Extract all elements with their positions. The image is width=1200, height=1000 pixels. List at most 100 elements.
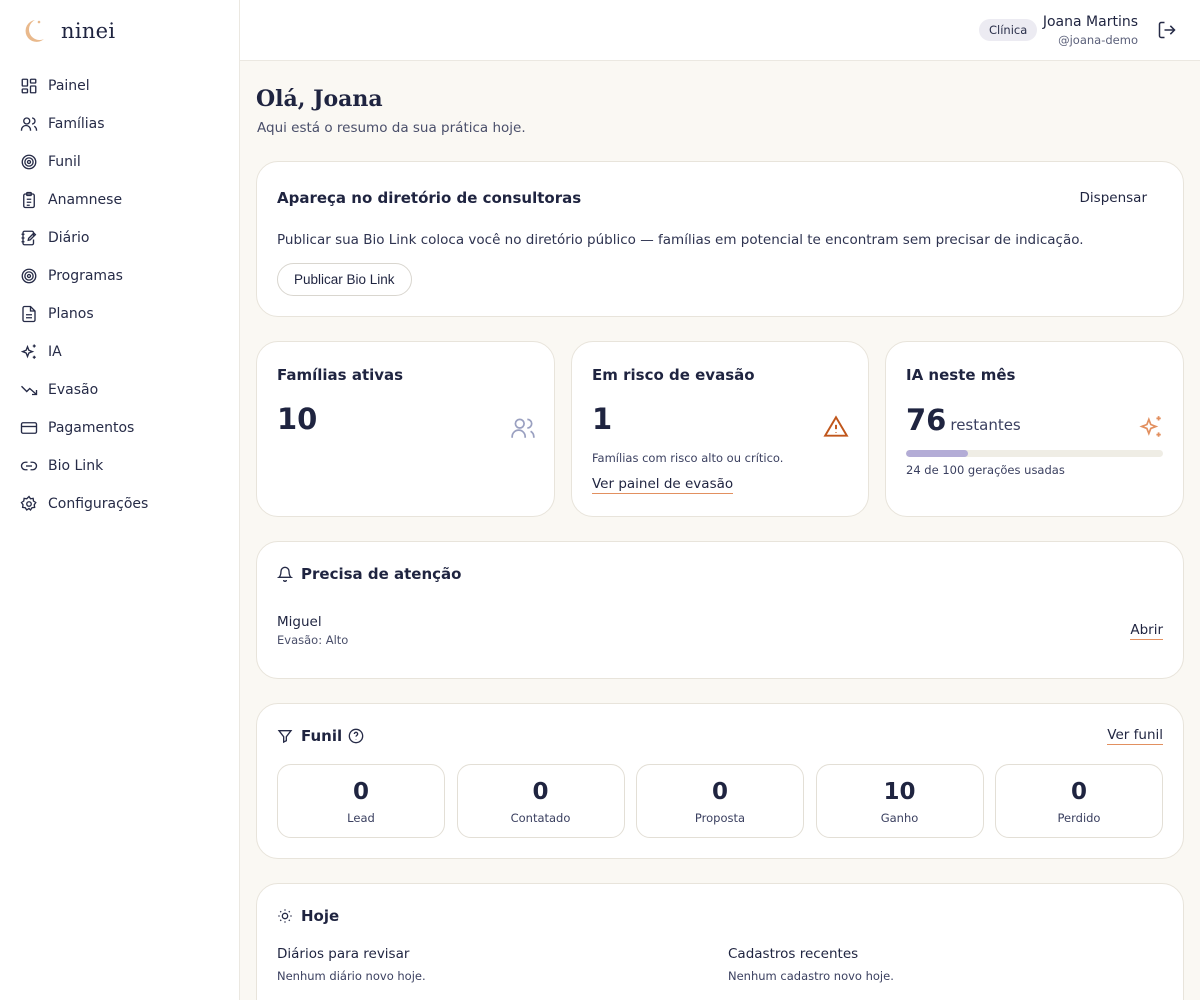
today-title: Hoje <box>301 907 340 925</box>
target-icon <box>20 153 38 171</box>
stage-count: 0 <box>352 779 369 805</box>
attention-item-name: Miguel <box>277 614 322 630</box>
sidebar-item-label: IA <box>48 344 62 360</box>
attention-card: Precisa de atenção Miguel Evasão: Alto A… <box>256 541 1184 679</box>
link-icon <box>20 457 38 475</box>
sidebar-item-anamnese[interactable]: Anamnese <box>0 181 239 219</box>
sidebar-item-painel[interactable]: Painel <box>0 67 239 105</box>
stage-label: Perdido <box>1057 811 1101 825</box>
diaries-empty-text: Nenhum diário novo hoje. <box>277 969 426 983</box>
sidebar-item-ia[interactable]: IA <box>0 333 239 371</box>
sidebar-item-funil[interactable]: Funil <box>0 143 239 181</box>
top-bar: Clínica Joana Martins @joana-demo <box>240 0 1200 61</box>
funnel-card: Funil Ver funil 0 Lead 0 Contatado 0 Pro… <box>256 703 1184 859</box>
ai-usage-text: 24 de 100 gerações usadas <box>906 463 1065 477</box>
warning-icon <box>823 415 849 437</box>
sidebar-item-bio-link[interactable]: Bio Link <box>0 447 239 485</box>
sun-icon <box>278 909 292 923</box>
sidebar-item-label: Planos <box>48 306 94 322</box>
funnel-stage-ganho[interactable]: 10 Ganho <box>815 764 984 838</box>
sidebar-item-label: Evasão <box>48 382 99 398</box>
dashboard-icon <box>20 77 38 95</box>
sidebar-item-label: Funil <box>48 154 81 170</box>
risk-value: 1 <box>592 402 613 436</box>
funnel-stage-contatado[interactable]: 0 Contatado <box>456 764 625 838</box>
sidebar-item-label: Bio Link <box>48 458 104 474</box>
sparkles-icon <box>20 343 38 361</box>
clipboard-icon <box>20 191 38 209</box>
sidebar-item-familias[interactable]: Famílias <box>0 105 239 143</box>
ai-usage-title: IA neste mês <box>906 366 1016 384</box>
dismiss-button[interactable]: Dispensar <box>1080 190 1147 206</box>
sidebar-item-label: Anamnese <box>48 192 123 208</box>
directory-card-title: Apareça no diretório de consultoras <box>277 189 582 207</box>
funnel-stages: 0 Lead 0 Contatado 0 Proposta 10 Ganho 0… <box>277 764 1163 838</box>
user-name: Joana Martins <box>1042 14 1138 30</box>
sidebar-item-pagamentos[interactable]: Pagamentos <box>0 409 239 447</box>
trending-down-icon <box>20 381 38 399</box>
target-icon <box>20 267 38 285</box>
sidebar: ninei Painel Famílias Funil Anamnese Diá… <box>0 0 240 1000</box>
page-subtitle: Aqui está o resumo da sua prática hoje. <box>257 120 526 136</box>
filter-icon <box>277 730 293 744</box>
open-button[interactable]: Abrir <box>1130 622 1163 640</box>
recent-signups-heading: Cadastros recentes <box>728 946 859 962</box>
bell-icon <box>277 566 293 582</box>
app-name: ninei <box>61 19 116 43</box>
sidebar-item-programas[interactable]: Programas <box>0 257 239 295</box>
sidebar-item-configuracoes[interactable]: Configurações <box>0 485 239 523</box>
risk-note: Famílias com risco alto ou crítico. <box>592 451 784 465</box>
active-families-title: Famílias ativas <box>277 366 404 384</box>
sidebar-item-label: Painel <box>48 78 90 94</box>
logout-icon[interactable] <box>1157 20 1177 40</box>
attention-title: Precisa de atenção <box>301 565 462 583</box>
view-funnel-link[interactable]: Ver funil <box>1107 727 1163 745</box>
stage-count: 0 <box>711 779 728 805</box>
stage-label: Proposta <box>694 811 746 825</box>
users-icon <box>511 418 535 438</box>
publish-bio-link-button[interactable]: Publicar Bio Link <box>277 263 412 296</box>
risk-title: Em risco de evasão <box>592 366 755 384</box>
help-icon[interactable] <box>348 728 364 744</box>
sidebar-item-diario[interactable]: Diário <box>0 219 239 257</box>
today-card: Hoje Diários para revisar Nenhum diário … <box>256 883 1184 1000</box>
active-families-value: 10 <box>277 402 318 436</box>
plan-badge: Clínica <box>979 19 1038 41</box>
diaries-heading: Diários para revisar <box>277 946 410 962</box>
stage-count: 0 <box>532 779 549 805</box>
page-title: Olá, Joana <box>256 86 383 112</box>
credit-card-icon <box>20 419 38 437</box>
sidebar-nav: Painel Famílias Funil Anamnese Diário Pr… <box>0 67 239 523</box>
risk-card: Em risco de evasão 1 Famílias com risco … <box>571 341 869 517</box>
users-icon <box>20 115 38 133</box>
sidebar-item-label: Famílias <box>48 116 105 132</box>
sidebar-item-label: Pagamentos <box>48 420 135 436</box>
stage-label: Ganho <box>880 811 919 825</box>
sparkles-icon <box>1139 416 1161 437</box>
gear-icon <box>20 495 38 513</box>
sidebar-item-planos[interactable]: Planos <box>0 295 239 333</box>
ai-remaining-value: 76 <box>906 403 947 437</box>
document-icon <box>20 305 38 323</box>
recent-signups-empty-text: Nenhum cadastro novo hoje. <box>728 969 894 983</box>
sidebar-item-label: Programas <box>48 268 123 284</box>
sidebar-item-label: Diário <box>48 230 90 246</box>
directory-card-text: Publicar sua Bio Link coloca você no dir… <box>277 232 1084 248</box>
risk-dashboard-link[interactable]: Ver painel de evasão <box>592 476 734 494</box>
funnel-stage-proposta[interactable]: 0 Proposta <box>636 764 804 838</box>
ai-usage-progress-fill <box>906 450 968 457</box>
notebook-icon <box>20 229 38 247</box>
stage-label: Contatado <box>510 811 571 825</box>
ai-remaining: 76 restantes <box>906 403 1021 437</box>
stage-label: Lead <box>347 811 375 825</box>
active-families-card: Famílias ativas 10 <box>256 341 555 517</box>
ai-remaining-suffix: restantes <box>950 416 1021 434</box>
sidebar-item-evasao[interactable]: Evasão <box>0 371 239 409</box>
ai-usage-card: IA neste mês 76 restantes 24 de 100 geraç… <box>885 341 1184 517</box>
logo[interactable]: ninei <box>20 16 115 46</box>
funnel-stage-lead[interactable]: 0 Lead <box>277 764 445 838</box>
attention-item-detail: Evasão: Alto <box>277 633 349 647</box>
funnel-stage-perdido[interactable]: 0 Perdido <box>995 764 1163 838</box>
stage-count: 0 <box>1070 779 1087 805</box>
user-handle: @joana-demo <box>1058 33 1138 47</box>
